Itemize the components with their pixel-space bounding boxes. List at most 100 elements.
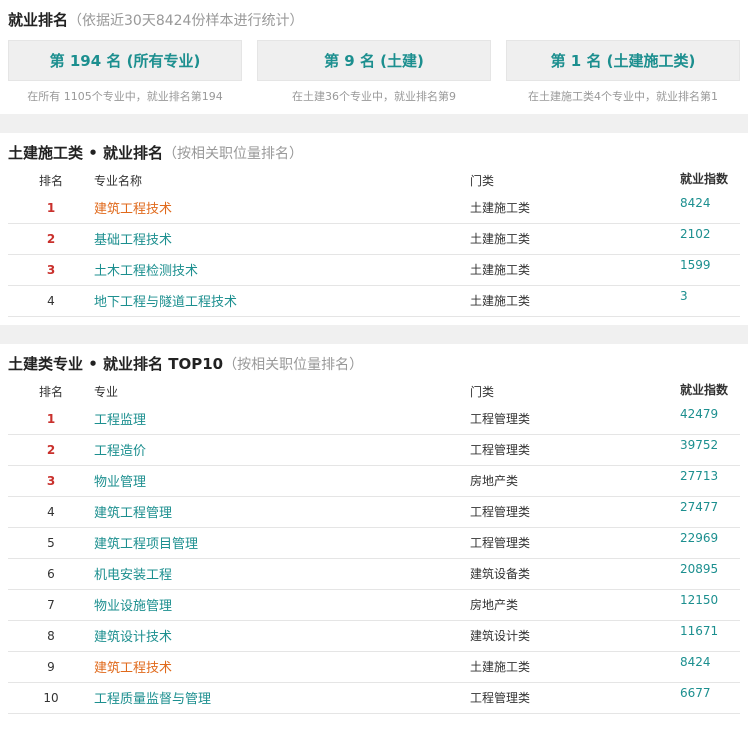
- rank-card-construction-desc: 在土建施工类4个专业中，就业排名第1: [528, 90, 718, 103]
- major-link[interactable]: 建筑设计技术: [94, 630, 172, 645]
- overview-subtitle: （依据近30天8424份样本进行统计）: [68, 13, 304, 29]
- table-header: 排名 专业名称 门类 就业指数: [8, 169, 740, 193]
- rank-card-civil-desc: 在土建36个专业中，就业排名第9: [292, 90, 456, 103]
- table-row: 3 土木工程检测技术 土建施工类 1599: [8, 255, 740, 286]
- major-cell: 土木工程检测技术: [94, 255, 470, 285]
- rank-number: 8: [47, 629, 55, 643]
- major-cell: 地下工程与隧道工程技术: [94, 286, 470, 316]
- header-rank: 排名: [38, 385, 63, 399]
- major-cell: 物业设施管理: [94, 590, 470, 620]
- overview-header: 就业排名（依据近30天8424份样本进行统计）: [0, 0, 748, 31]
- major-link[interactable]: 基础工程技术: [94, 233, 172, 248]
- major-cell: 建筑工程管理: [94, 497, 470, 527]
- top10-subtitle: （按相关职位量排名）: [223, 357, 364, 373]
- top10-rows: 1 工程监理 工程管理类 42479 2 工程造价 工程管理类 39752 3 物业管理 房地产类 2…: [8, 404, 740, 714]
- employment-index: 8424: [680, 196, 711, 210]
- table-row: 9 建筑工程技术 土建施工类 8424: [8, 652, 740, 683]
- table-row: 4 地下工程与隧道工程技术 土建施工类 3: [8, 286, 740, 317]
- rank-number: 2: [46, 232, 56, 246]
- major-cell: 建筑设计技术: [94, 621, 470, 651]
- major-cell: 建筑工程技术: [94, 193, 470, 223]
- major-link[interactable]: 工程监理: [94, 413, 146, 428]
- category-cell: 工程管理类: [470, 691, 531, 705]
- section-divider: [0, 325, 748, 344]
- rank-card-all-desc: 在所有 1105个专业中，就业排名第194: [27, 90, 223, 103]
- table-row: 3 物业管理 房地产类 27713: [8, 466, 740, 497]
- category-cell: 建筑设计类: [470, 629, 531, 643]
- employment-index: 11671: [680, 624, 719, 638]
- employment-index: 6677: [680, 686, 711, 700]
- rank-number: 4: [47, 505, 55, 519]
- rank-card-civil-label: 第 9 名 (土建): [257, 40, 491, 81]
- major-link[interactable]: 建筑工程管理: [94, 506, 172, 521]
- header-index: 就业指数: [680, 383, 729, 397]
- major-link[interactable]: 建筑工程项目管理: [94, 537, 198, 552]
- rank-number: 1: [46, 412, 56, 426]
- major-link[interactable]: 地下工程与隧道工程技术: [94, 295, 237, 310]
- rank-card-construction-label: 第 1 名 (土建施工类): [506, 40, 740, 81]
- category-cell: 土建施工类: [470, 263, 531, 277]
- table-row: 4 建筑工程管理 工程管理类 27477: [8, 497, 740, 528]
- major-link[interactable]: 机电安装工程: [94, 568, 172, 583]
- table-header: 排名 专业 门类 就业指数: [8, 380, 740, 404]
- major-link[interactable]: 物业管理: [94, 475, 146, 490]
- major-cell: 基础工程技术: [94, 224, 470, 254]
- table-row: 8 建筑设计技术 建筑设计类 11671: [8, 621, 740, 652]
- major-cell: 工程质量监督与管理: [94, 683, 470, 713]
- major-cell: 工程造价: [94, 435, 470, 465]
- major-link[interactable]: 建筑工程技术: [94, 661, 172, 676]
- employment-index: 22969: [680, 531, 719, 545]
- rank-number: 4: [47, 294, 55, 308]
- major-link[interactable]: 工程造价: [94, 444, 146, 459]
- category-cell: 房地产类: [470, 474, 519, 488]
- section-divider: [0, 114, 748, 133]
- rank-number: 9: [47, 660, 55, 674]
- category-cell: 工程管理类: [470, 412, 531, 426]
- employment-index: 42479: [680, 407, 719, 421]
- major-link[interactable]: 物业设施管理: [94, 599, 172, 614]
- rank-number: 1: [46, 201, 56, 215]
- rank-cards: 第 194 名 (所有专业) 在所有 1105个专业中，就业排名第194 第 9…: [0, 31, 748, 105]
- category-ranking-title: 土建施工类 • 就业排名: [8, 144, 164, 162]
- employment-index: 1599: [680, 258, 711, 272]
- rank-card-all: 第 194 名 (所有专业) 在所有 1105个专业中，就业排名第194: [8, 40, 242, 105]
- top10-table: 排名 专业 门类 就业指数 1 工程监理 工程管理类 42479 2 工程造价 工程管理类 3…: [8, 380, 740, 714]
- category-ranking-subtitle: （按相关职位量排名）: [163, 146, 304, 162]
- overview-title: 就业排名: [8, 11, 69, 29]
- employment-index: 12150: [680, 593, 719, 607]
- category-cell: 土建施工类: [470, 201, 531, 215]
- major-link[interactable]: 建筑工程技术: [94, 202, 172, 217]
- table-row: 1 建筑工程技术 土建施工类 8424: [8, 193, 740, 224]
- major-cell: 建筑工程技术: [94, 652, 470, 682]
- header-category: 门类: [470, 385, 495, 399]
- major-link[interactable]: 工程质量监督与管理: [94, 692, 211, 707]
- table-row: 10 工程质量监督与管理 工程管理类 6677: [8, 683, 740, 714]
- rank-card-civil: 第 9 名 (土建) 在土建36个专业中，就业排名第9: [257, 40, 491, 105]
- employment-index: 2102: [680, 227, 711, 241]
- rank-number: 7: [47, 598, 55, 612]
- table-row: 2 工程造价 工程管理类 39752: [8, 435, 740, 466]
- top10-title: 土建类专业 • 就业排名 TOP10: [8, 355, 224, 373]
- category-cell: 房地产类: [470, 598, 519, 612]
- top10-header: 土建类专业 • 就业排名 TOP10（按相关职位量排名）: [0, 344, 748, 375]
- rank-card-construction: 第 1 名 (土建施工类) 在土建施工类4个专业中，就业排名第1: [506, 40, 740, 105]
- table-row: 1 工程监理 工程管理类 42479: [8, 404, 740, 435]
- category-cell: 工程管理类: [470, 505, 531, 519]
- table-row: 5 建筑工程项目管理 工程管理类 22969: [8, 528, 740, 559]
- major-cell: 建筑工程项目管理: [94, 528, 470, 558]
- table-row: 2 基础工程技术 土建施工类 2102: [8, 224, 740, 255]
- rank-number: 10: [43, 691, 59, 705]
- table-row: 6 机电安装工程 建筑设备类 20895: [8, 559, 740, 590]
- rank-card-all-label: 第 194 名 (所有专业): [8, 40, 242, 81]
- header-category: 门类: [470, 174, 495, 188]
- category-cell: 土建施工类: [470, 232, 531, 246]
- rank-number: 2: [46, 443, 56, 457]
- category-ranking-rows: 1 建筑工程技术 土建施工类 8424 2 基础工程技术 土建施工类 2102 3 土木工程检测技…: [8, 193, 740, 317]
- employment-index: 3: [680, 289, 688, 303]
- category-cell: 工程管理类: [470, 536, 531, 550]
- major-cell: 工程监理: [94, 404, 470, 434]
- major-cell: 机电安装工程: [94, 559, 470, 589]
- category-cell: 建筑设备类: [470, 567, 531, 581]
- rank-number: 3: [46, 474, 56, 488]
- major-link[interactable]: 土木工程检测技术: [94, 264, 198, 279]
